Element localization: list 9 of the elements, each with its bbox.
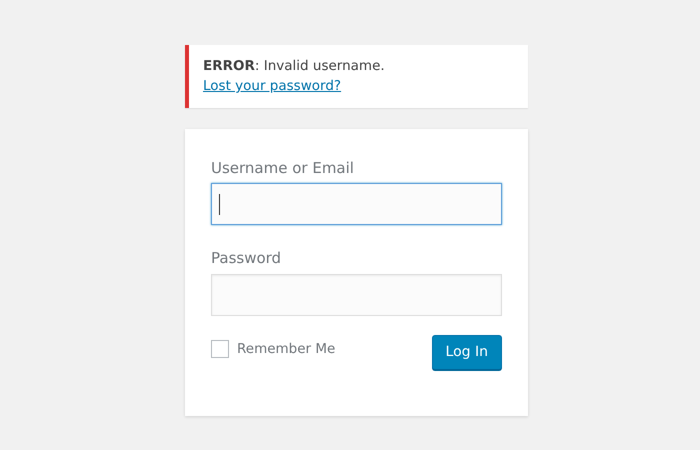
remember-label: Remember Me: [237, 340, 336, 358]
input-field[interactable]: [211, 183, 502, 225]
field-label: Username or Email: [211, 158, 355, 178]
error-message: ERROR: Invalid username.: [203, 58, 385, 74]
login-button[interactable]: Log In: [432, 334, 502, 370]
lost-password-link[interactable]: Lost your password?: [203, 78, 342, 94]
text-cursor: [219, 194, 220, 215]
field-label: Password: [211, 248, 282, 269]
remember-checkbox[interactable]: [211, 340, 229, 358]
